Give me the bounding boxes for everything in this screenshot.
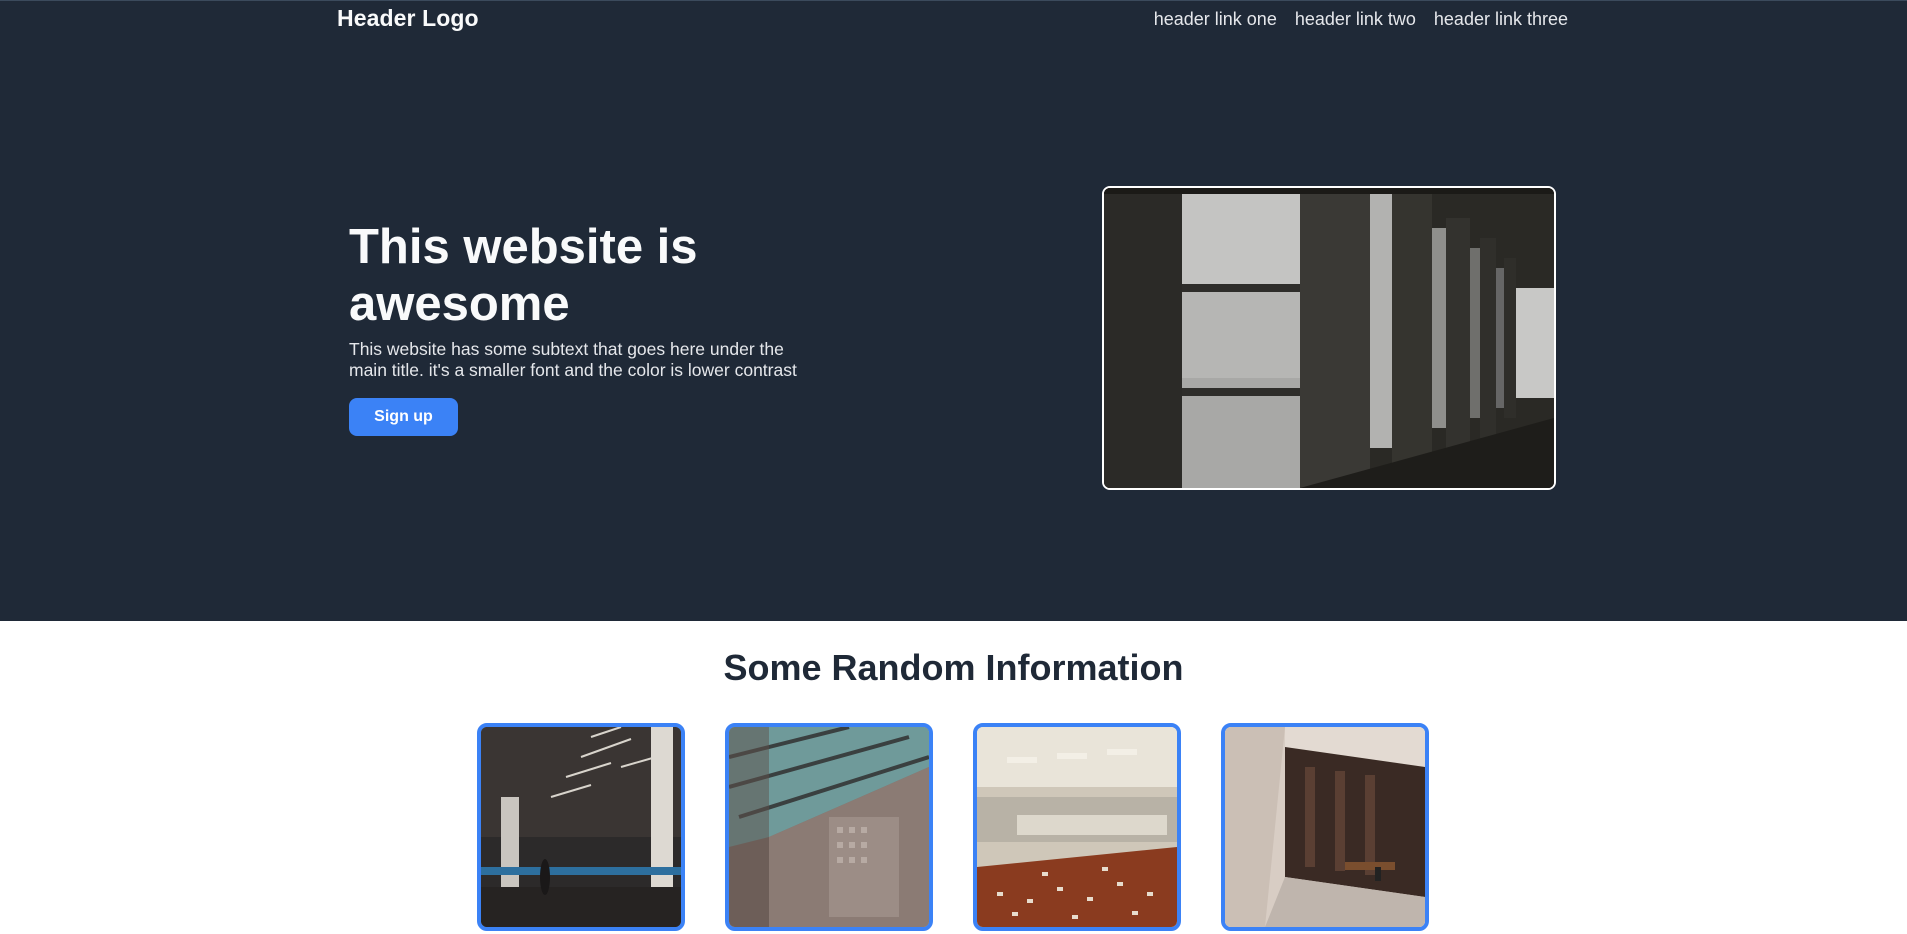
hero-section: Header Logo header link one header link … xyxy=(0,0,1907,621)
hero-title: This website is awesome xyxy=(349,220,698,331)
hero-image xyxy=(1102,186,1556,490)
info-card-2[interactable] xyxy=(725,723,933,931)
hero-text-block: This website is awesome This website has… xyxy=(349,219,819,436)
hero-subtext: This website has some subtext that goes … xyxy=(349,339,797,380)
section-title: Some Random Information xyxy=(723,647,1184,688)
dark-wood-lobby-image xyxy=(1225,727,1425,927)
info-card-1[interactable] xyxy=(477,723,685,931)
mall-atrium-image xyxy=(481,727,681,927)
sign-up-button[interactable]: Sign up xyxy=(349,398,458,436)
info-card-4[interactable] xyxy=(1221,723,1429,931)
header-link-two[interactable]: header link two xyxy=(1295,9,1416,30)
info-card-3[interactable] xyxy=(973,723,1181,931)
curved-tiled-hallway-image xyxy=(977,727,1177,927)
header-link-three[interactable]: header link three xyxy=(1434,9,1568,30)
skylight-corridor-image xyxy=(729,727,929,927)
header-link-one[interactable]: header link one xyxy=(1154,9,1277,30)
header-logo[interactable]: Header Logo xyxy=(337,5,479,32)
concrete-hallway-image xyxy=(1104,188,1554,488)
header-nav: header link one header link two header l… xyxy=(1154,9,1568,30)
